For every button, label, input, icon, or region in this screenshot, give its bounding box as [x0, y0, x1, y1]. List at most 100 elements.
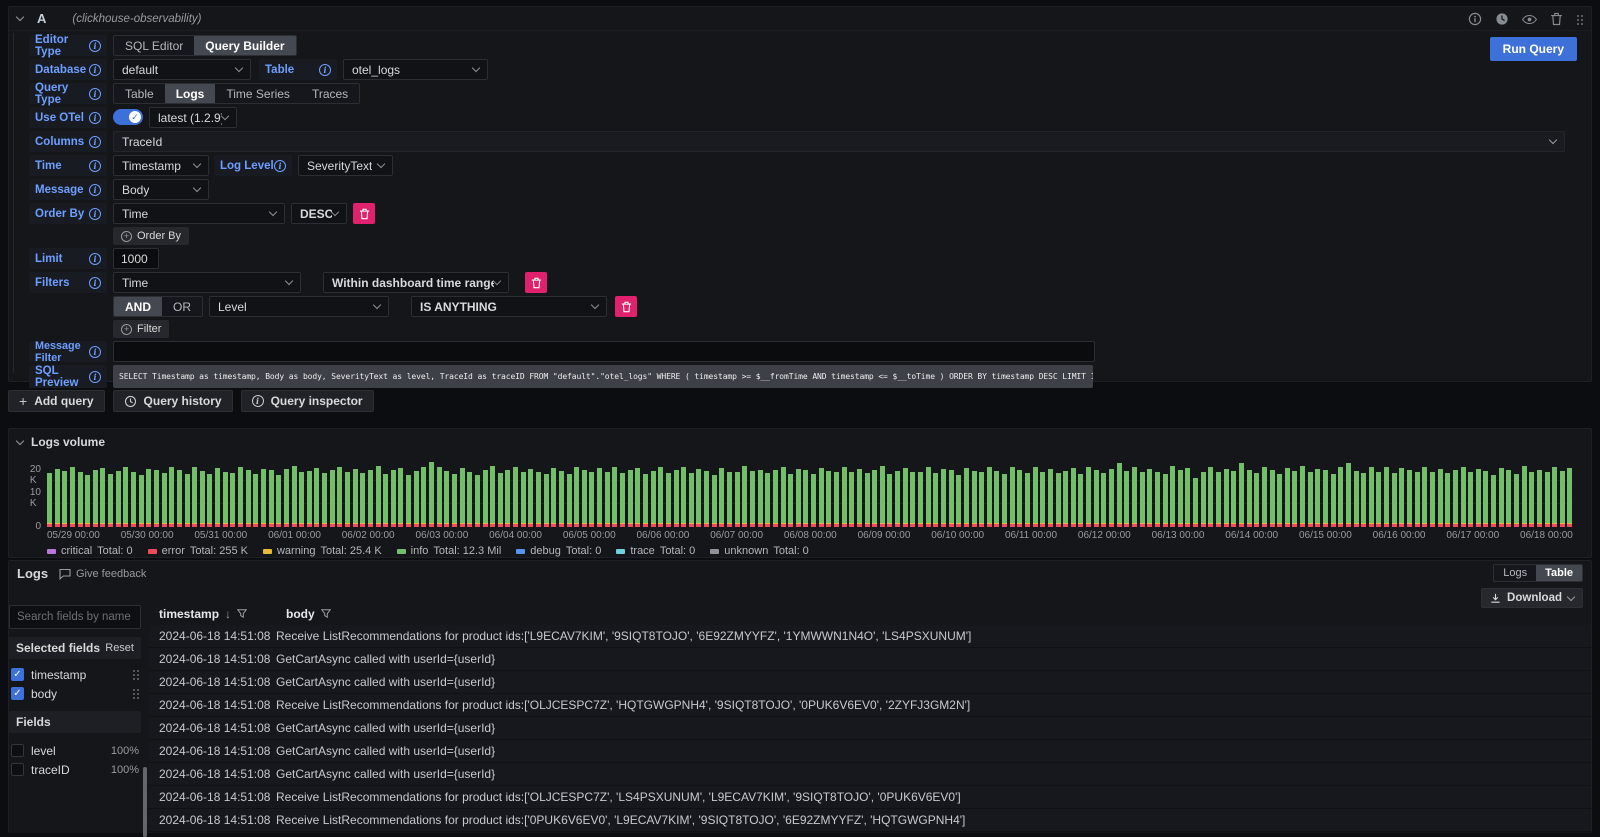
x-tick-label: 06/09 00:00 [858, 530, 911, 541]
volume-bar [1270, 470, 1275, 527]
remove-filter2-button[interactable] [615, 296, 637, 317]
x-tick-label: 06/11 00:00 [1005, 530, 1057, 541]
remove-order-by-button[interactable] [353, 203, 375, 224]
logs-volume-header[interactable]: Logs volume [17, 435, 105, 449]
add-filter-button[interactable]: Filter [113, 320, 169, 338]
timestamp-cell: 2024-06-18 14:51:08 [149, 652, 266, 666]
legend-marker [148, 549, 157, 554]
sidebar-scrollbar[interactable] [143, 767, 147, 837]
order-by-direction-select[interactable]: DESC [291, 203, 347, 224]
query-type-table-option[interactable]: Table [114, 84, 165, 103]
table-row: 2024-06-18 14:51:08Receive ListRecommend… [149, 786, 1591, 809]
otel-version-select[interactable]: latest (1.2.9) [149, 107, 237, 128]
drag-handle-icon[interactable] [1576, 14, 1583, 26]
available-field-traceID[interactable]: traceID100% [9, 760, 141, 779]
x-tick-label: 06/13 00:00 [1152, 530, 1205, 541]
time-column-select[interactable]: Timestamp [113, 155, 209, 176]
legend-item-critical[interactable]: criticalTotal: 0 [47, 545, 133, 557]
timestamp-column-header[interactable]: timestamp [159, 607, 219, 621]
view-table-option[interactable]: Table [1536, 565, 1582, 581]
x-tick-label: 06/04 00:00 [489, 530, 542, 541]
filter2-operator-select[interactable]: IS ANYTHING [411, 296, 607, 317]
view-logs-option[interactable]: Logs [1494, 565, 1536, 581]
filter-icon[interactable] [321, 609, 331, 619]
checkbox-checked[interactable] [11, 668, 24, 681]
body-column-header[interactable]: body [286, 607, 315, 621]
legend-item-trace[interactable]: traceTotal: 0 [616, 545, 695, 557]
volume-bar [1483, 471, 1488, 527]
query-history-button[interactable]: Query history [113, 390, 233, 412]
log-level-select[interactable]: SeverityText [298, 155, 393, 176]
logs-panel-title: Logs [17, 566, 48, 581]
legend-item-error[interactable]: errorTotal: 255 K [148, 545, 248, 557]
chevron-down-icon [377, 160, 385, 168]
order-by-field-select[interactable]: Time [113, 203, 285, 224]
volume-bar [1323, 470, 1328, 527]
filter-icon[interactable] [237, 609, 247, 619]
volume-bar [1491, 475, 1496, 527]
add-query-button[interactable]: Add query [8, 390, 105, 412]
volume-bar [1040, 472, 1045, 527]
x-tick-label: 06/01 00:00 [268, 530, 321, 541]
x-tick-label: 06/02 00:00 [342, 530, 395, 541]
chevron-down-icon [235, 64, 243, 72]
reset-button[interactable]: Reset [105, 642, 134, 654]
legend-item-unknown[interactable]: unknownTotal: 0 [710, 545, 809, 557]
message-filter-input[interactable] [113, 341, 1095, 362]
volume-bar [918, 472, 923, 527]
table-select[interactable]: otel_logs [343, 59, 488, 80]
sql-editor-option[interactable]: SQL Editor [114, 36, 194, 55]
query-type-traces-option[interactable]: Traces [301, 84, 359, 103]
query-type-logs-option[interactable]: Logs [165, 84, 216, 103]
volume-bar [834, 472, 839, 527]
available-field-level[interactable]: level100% [9, 741, 141, 760]
add-order-by-button[interactable]: Order By [113, 227, 189, 245]
collapse-chevron-icon[interactable] [16, 13, 24, 21]
legend-series-total: Total: 0 [773, 545, 808, 557]
use-otel-toggle[interactable] [113, 109, 143, 125]
volume-bar [620, 473, 625, 527]
remove-query-icon[interactable] [1550, 12, 1563, 26]
field-name: timestamp [31, 668, 125, 682]
drag-handle-icon[interactable] [132, 688, 139, 700]
volume-bar [322, 473, 327, 527]
legend-series-name: trace [630, 545, 654, 557]
volume-bar [276, 475, 281, 527]
checkbox-unchecked[interactable] [11, 763, 24, 776]
table-row: 2024-06-18 14:51:08Receive ListRecommend… [149, 625, 1591, 648]
drag-handle-icon[interactable] [132, 669, 139, 681]
database-select[interactable]: default [113, 59, 251, 80]
limit-input[interactable] [113, 248, 159, 269]
legend-item-debug[interactable]: debugTotal: 0 [516, 545, 601, 557]
legend-series-total: Total: 12.3 Mil [433, 545, 501, 557]
selected-field-timestamp[interactable]: timestamp [9, 665, 141, 684]
checkbox-checked[interactable] [11, 687, 24, 700]
legend-item-info[interactable]: infoTotal: 12.3 Mil [397, 545, 502, 557]
query-builder-option[interactable]: Query Builder [194, 36, 295, 55]
sql-preview-label: SQL Preview [29, 365, 107, 388]
history-icon[interactable] [1495, 12, 1509, 26]
sort-desc-icon[interactable]: ↓ [225, 607, 231, 621]
remove-filter-button[interactable] [525, 272, 547, 293]
table-label: Table [259, 59, 337, 80]
search-fields-input[interactable] [9, 605, 141, 629]
message-column-select[interactable]: Body [113, 179, 209, 200]
help-icon[interactable] [1468, 12, 1482, 26]
filter-operator-select[interactable]: Within dashboard time range [323, 272, 509, 293]
filter-field-select[interactable]: Time [113, 272, 301, 293]
selected-field-body[interactable]: body [9, 684, 141, 703]
query-type-timeseries-option[interactable]: Time Series [215, 84, 301, 103]
legend-item-warning[interactable]: warningTotal: 25.4 K [263, 545, 382, 557]
checkbox-unchecked[interactable] [11, 744, 24, 757]
give-feedback-link[interactable]: Give feedback [59, 568, 146, 580]
or-option[interactable]: OR [162, 297, 202, 316]
and-option[interactable]: AND [114, 297, 162, 316]
volume-bar [284, 469, 289, 527]
volume-bar [788, 474, 793, 527]
query-inspector-button[interactable]: Query inspector [241, 390, 374, 412]
columns-multiselect[interactable]: TraceId [113, 131, 1565, 152]
hide-response-icon[interactable] [1522, 14, 1537, 25]
filter2-field-select[interactable]: Level [209, 296, 389, 317]
volume-bar [230, 473, 235, 527]
volume-bar [1300, 466, 1305, 527]
